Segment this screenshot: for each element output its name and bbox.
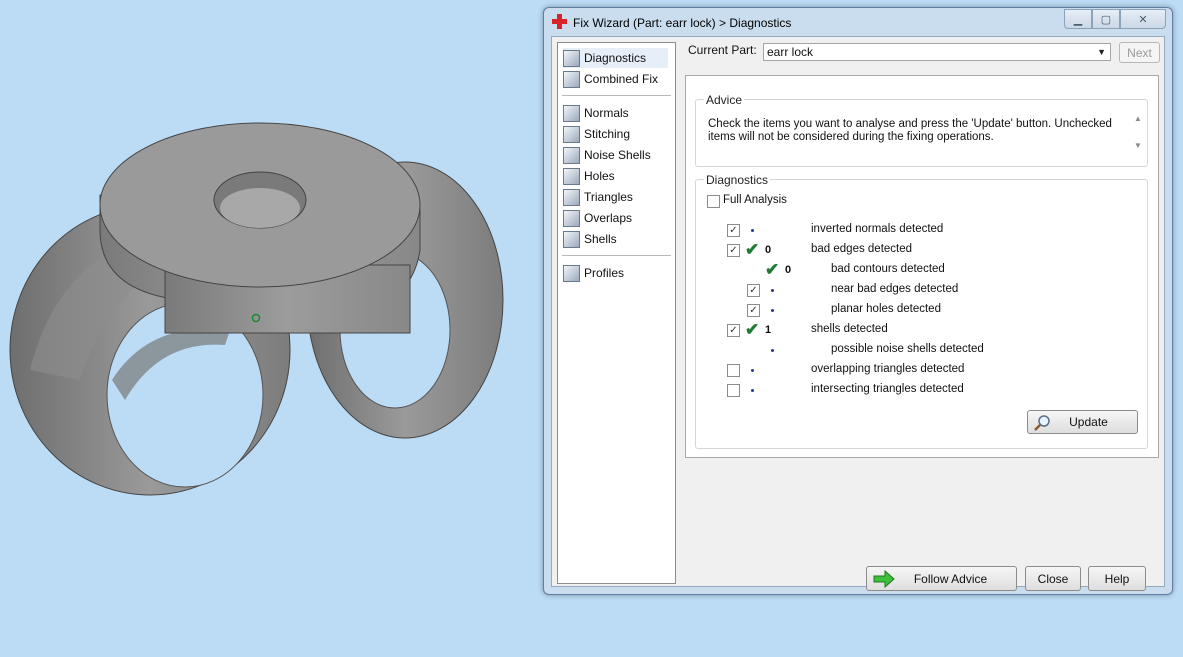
- status-dot-icon: [771, 309, 774, 312]
- diagnostic-count: 1: [765, 324, 772, 336]
- help-button[interactable]: Help: [1088, 566, 1146, 591]
- maximize-button[interactable]: ▢: [1092, 9, 1120, 29]
- nav-item-label: Combined Fix: [584, 72, 659, 86]
- diagnostic-checkbox[interactable]: ✓: [727, 224, 740, 237]
- nav-item-label: Overlaps: [584, 211, 633, 225]
- nav-separator: [562, 255, 671, 256]
- diagnostic-label: shells detected: [811, 323, 888, 335]
- close-window-button[interactable]: ✕: [1120, 9, 1166, 29]
- diagnostics-page: Advice Check the items you want to analy…: [685, 75, 1159, 458]
- nav-item-profiles[interactable]: Profiles: [563, 263, 668, 283]
- diagnostic-label: near bad edges detected: [831, 283, 959, 295]
- full-analysis-checkbox[interactable]: [707, 195, 720, 208]
- diagnostic-checkbox[interactable]: ✓: [727, 244, 740, 257]
- diagnostic-label: bad contours detected: [831, 263, 945, 275]
- diagnostic-label: inverted normals detected: [811, 223, 944, 235]
- status-dot-icon: [751, 389, 754, 392]
- close-icon: ✕: [1138, 13, 1148, 26]
- diagnostic-count: 0: [765, 244, 772, 256]
- stitching-cube-icon: [563, 125, 580, 143]
- wizard-client-area: Diagnostics Combined Fix Normals Stitching N…: [551, 36, 1165, 591]
- red-cross-icon: [552, 14, 567, 29]
- nav-item-noise-shells[interactable]: Noise Shells: [563, 145, 668, 165]
- diagnostic-label: intersecting triangles detected: [811, 383, 964, 395]
- diagnostic-label: overlapping triangles detected: [811, 363, 965, 375]
- window-title: Fix Wizard (Part: earr lock) > Diagnosti…: [573, 16, 792, 30]
- nav-item-label: Normals: [584, 106, 629, 120]
- holes-cube-icon: [563, 167, 580, 185]
- advice-title: Advice: [704, 93, 745, 107]
- magnifier-icon: [563, 49, 580, 67]
- nav-item-normals[interactable]: Normals: [563, 103, 668, 123]
- diagnostic-checkbox[interactable]: ✓: [727, 324, 740, 337]
- nav-item-overlaps[interactable]: Overlaps: [563, 208, 668, 228]
- current-part-dropdown[interactable]: earr lock ▼: [763, 43, 1111, 61]
- diagnostic-checkbox[interactable]: [727, 384, 740, 397]
- nav-item-label: Triangles: [584, 190, 633, 204]
- nav-item-label: Stitching: [584, 127, 631, 141]
- nav-item-shells[interactable]: Shells: [563, 229, 668, 249]
- next-button[interactable]: Next: [1119, 42, 1160, 63]
- nav-item-stitching[interactable]: Stitching: [563, 124, 668, 144]
- document-icon: [563, 264, 580, 282]
- cube-icon: [563, 70, 580, 88]
- triangles-cube-icon: [563, 188, 580, 206]
- 3d-model[interactable]: [0, 0, 540, 657]
- nav-item-label: Diagnostics: [584, 51, 647, 65]
- dropdown-arrow-icon: ▼: [1097, 47, 1106, 57]
- magnifier-icon: [1034, 415, 1050, 431]
- status-dot-icon: [751, 369, 754, 372]
- ok-check-icon: ✔: [765, 260, 780, 279]
- nav-separator: [562, 95, 671, 96]
- status-dot-icon: [751, 229, 754, 232]
- maximize-icon: ▢: [1100, 13, 1112, 26]
- shells-cube-icon: [563, 230, 580, 248]
- status-dot-icon: [771, 349, 774, 352]
- diagnostic-checkbox[interactable]: ✓: [747, 284, 760, 297]
- full-analysis-label: Full Analysis: [723, 194, 787, 206]
- normals-cube-icon: [563, 104, 580, 122]
- fix-wizard-window: Fix Wizard (Part: earr lock) > Diagnosti…: [543, 7, 1173, 595]
- diagnostic-count: 0: [785, 264, 792, 276]
- advice-scrollbar[interactable]: ▲ ▼: [1132, 114, 1144, 158]
- wizard-navigation: Diagnostics Combined Fix Normals Stitching N…: [557, 42, 676, 584]
- nav-item-label: Profiles: [584, 266, 625, 280]
- diagnostics-group: Diagnostics Full Analysis Update ✓ invert…: [695, 173, 1148, 449]
- nav-item-diagnostics[interactable]: Diagnostics: [563, 48, 668, 68]
- diagnostic-label: possible noise shells detected: [831, 343, 984, 355]
- ok-check-icon: ✔: [745, 240, 760, 259]
- minimize-icon: ▁: [1073, 13, 1083, 26]
- noise-shells-icon: [563, 146, 580, 164]
- diagnostic-checkbox[interactable]: [727, 364, 740, 377]
- nav-item-label: Shells: [584, 232, 617, 246]
- follow-advice-label: Follow Advice: [913, 571, 988, 586]
- nav-item-holes[interactable]: Holes: [563, 166, 668, 186]
- diagnostic-label: bad edges detected: [811, 243, 913, 255]
- scroll-up-icon[interactable]: ▲: [1132, 114, 1144, 123]
- diagnostics-title: Diagnostics: [704, 173, 771, 187]
- minimize-button[interactable]: ▁: [1064, 9, 1092, 29]
- overlaps-cube-icon: [563, 209, 580, 227]
- follow-advice-button[interactable]: Follow Advice: [866, 566, 1017, 591]
- current-part-value: earr lock: [767, 45, 814, 59]
- update-label: Update: [1069, 415, 1108, 429]
- diagnostic-checkbox[interactable]: ✓: [747, 304, 760, 317]
- status-dot-icon: [771, 289, 774, 292]
- advice-group: Advice Check the items you want to analy…: [695, 93, 1148, 167]
- update-button[interactable]: Update: [1027, 410, 1138, 434]
- title-bar[interactable]: Fix Wizard (Part: earr lock) > Diagnosti…: [544, 8, 1172, 36]
- advice-text: Check the items you want to analyse and …: [708, 118, 1112, 143]
- scroll-down-icon[interactable]: ▼: [1132, 141, 1144, 150]
- close-button[interactable]: Close: [1025, 566, 1081, 591]
- nav-item-label: Holes: [584, 169, 615, 183]
- ok-check-icon: ✔: [745, 320, 760, 339]
- current-part-label: Current Part:: [688, 43, 757, 57]
- 3d-viewport[interactable]: [0, 0, 540, 657]
- nav-item-combined-fix[interactable]: Combined Fix: [563, 69, 668, 89]
- nav-item-label: Noise Shells: [584, 148, 651, 162]
- nav-item-triangles[interactable]: Triangles: [563, 187, 668, 207]
- diagnostic-label: planar holes detected: [831, 303, 941, 315]
- green-arrow-icon: [873, 570, 895, 588]
